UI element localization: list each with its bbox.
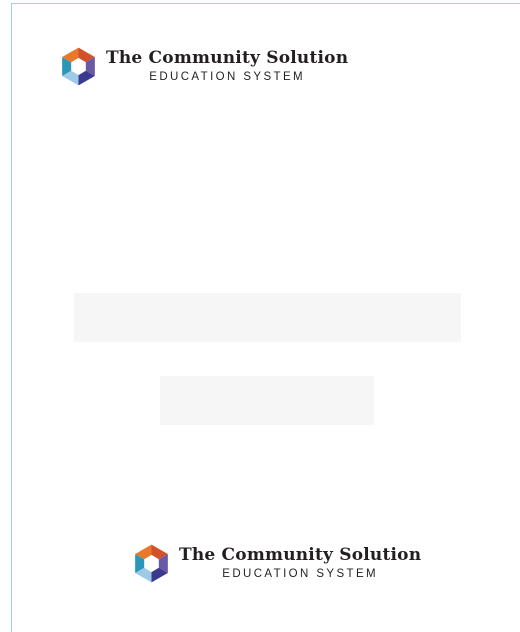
- brand-name: The Community Solution: [179, 545, 422, 565]
- brand-tagline: EDUCATION SYSTEM: [149, 71, 306, 83]
- header-logo[interactable]: The Community Solution EDUCATION SYSTEM: [57, 45, 348, 88]
- hexagon-ribbon-icon: [62, 47, 95, 86]
- footer-logo[interactable]: The Community Solution EDUCATION SYSTEM: [130, 542, 421, 585]
- hexagon-ribbon-icon: [135, 544, 168, 583]
- brand-name: The Community Solution: [106, 48, 349, 68]
- brand-tagline: EDUCATION SYSTEM: [222, 568, 379, 580]
- content-placeholder-narrow: [160, 376, 374, 425]
- content-placeholder-wide: [74, 293, 461, 342]
